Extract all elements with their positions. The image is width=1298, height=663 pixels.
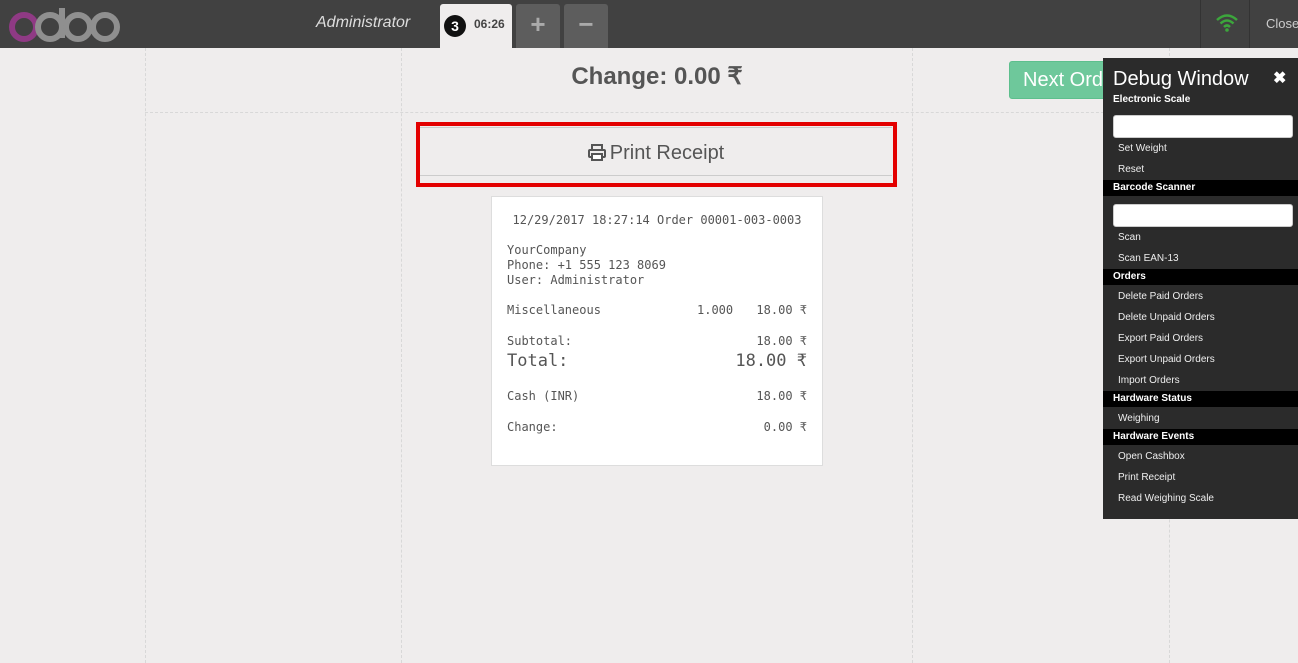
receipt-line-product: Miscellaneous: [507, 303, 601, 317]
section-hardware-status: Hardware Status: [1103, 391, 1298, 407]
print-receipt-label: Print Receipt: [609, 142, 725, 164]
scan-ean13-button[interactable]: Scan EAN-13: [1118, 253, 1179, 264]
close-icon[interactable]: ✖: [1273, 68, 1286, 88]
receipt-header: 12/29/2017 18:27:14 Order 00001-003-0003: [512, 213, 802, 227]
section-hardware-events: Hardware Events: [1103, 429, 1298, 445]
section-orders: Orders: [1103, 269, 1298, 285]
read-weighing-scale-event[interactable]: Read Weighing Scale: [1118, 493, 1214, 504]
receipt-phone: Phone: +1 555 123 8069: [507, 258, 666, 272]
delete-unpaid-orders-button[interactable]: Delete Unpaid Orders: [1118, 312, 1215, 323]
wifi-icon: [1216, 14, 1238, 32]
section-barcode-scanner: Barcode Scanner: [1103, 180, 1298, 196]
receipt-user: User: Administrator: [507, 273, 645, 287]
barcode-input[interactable]: [1113, 204, 1293, 227]
total-label: Total:: [507, 351, 569, 371]
divider: [912, 48, 913, 663]
order-time: 06:26: [474, 17, 505, 31]
export-paid-orders-button[interactable]: Export Paid Orders: [1118, 333, 1203, 344]
payment-method: Cash (INR): [507, 389, 580, 403]
subtotal-value: 18.00 ₹: [756, 334, 807, 348]
import-orders-button[interactable]: Import Orders: [1118, 375, 1180, 386]
subtotal-label: Subtotal:: [507, 334, 573, 348]
receipt: 12/29/2017 18:27:14 Order 00001-003-0003…: [491, 196, 823, 466]
receipt-line-price: 18.00 ₹: [756, 303, 807, 317]
user-name: Administrator: [316, 14, 411, 31]
receipt-company: YourCompany: [507, 243, 587, 257]
scan-button[interactable]: Scan: [1118, 232, 1141, 243]
order-tab[interactable]: 3 06:26: [440, 4, 512, 48]
close-button[interactable]: Close: [1266, 16, 1298, 31]
remove-order-button[interactable]: −: [564, 4, 608, 48]
section-electronic-scale: Electronic Scale: [1113, 94, 1191, 105]
receipt-line-qty: 1.000: [697, 303, 734, 317]
order-number-badge: 3: [444, 15, 466, 37]
divider: [401, 48, 402, 663]
connection-status[interactable]: [1200, 0, 1250, 48]
print-receipt-event[interactable]: Print Receipt: [1118, 472, 1175, 483]
total-value: 18.00 ₹: [735, 351, 807, 371]
change-label: Change:: [507, 420, 558, 434]
divider: [145, 48, 146, 663]
payment-value: 18.00 ₹: [756, 389, 807, 403]
change-value: 0.00 ₹: [763, 420, 807, 434]
open-cashbox-event[interactable]: Open Cashbox: [1118, 451, 1185, 462]
weighing-status[interactable]: Weighing: [1118, 413, 1160, 424]
divider: [145, 112, 1169, 113]
add-order-button[interactable]: +: [516, 4, 560, 48]
print-receipt-button[interactable]: Print Receipt: [420, 127, 892, 176]
odoo-logo: [9, 8, 120, 42]
debug-title: Debug Window: [1113, 68, 1249, 90]
reset-button[interactable]: Reset: [1118, 164, 1144, 175]
export-unpaid-orders-button[interactable]: Export Unpaid Orders: [1118, 354, 1215, 365]
debug-window: Debug Window ✖ Electronic Scale Set Weig…: [1103, 58, 1298, 519]
delete-paid-orders-button[interactable]: Delete Paid Orders: [1118, 291, 1203, 302]
top-bar: Administrator 3 06:26 + − Close: [0, 0, 1298, 48]
printer-icon: [587, 144, 606, 161]
weight-input[interactable]: [1113, 115, 1293, 138]
set-weight-button[interactable]: Set Weight: [1118, 143, 1167, 154]
